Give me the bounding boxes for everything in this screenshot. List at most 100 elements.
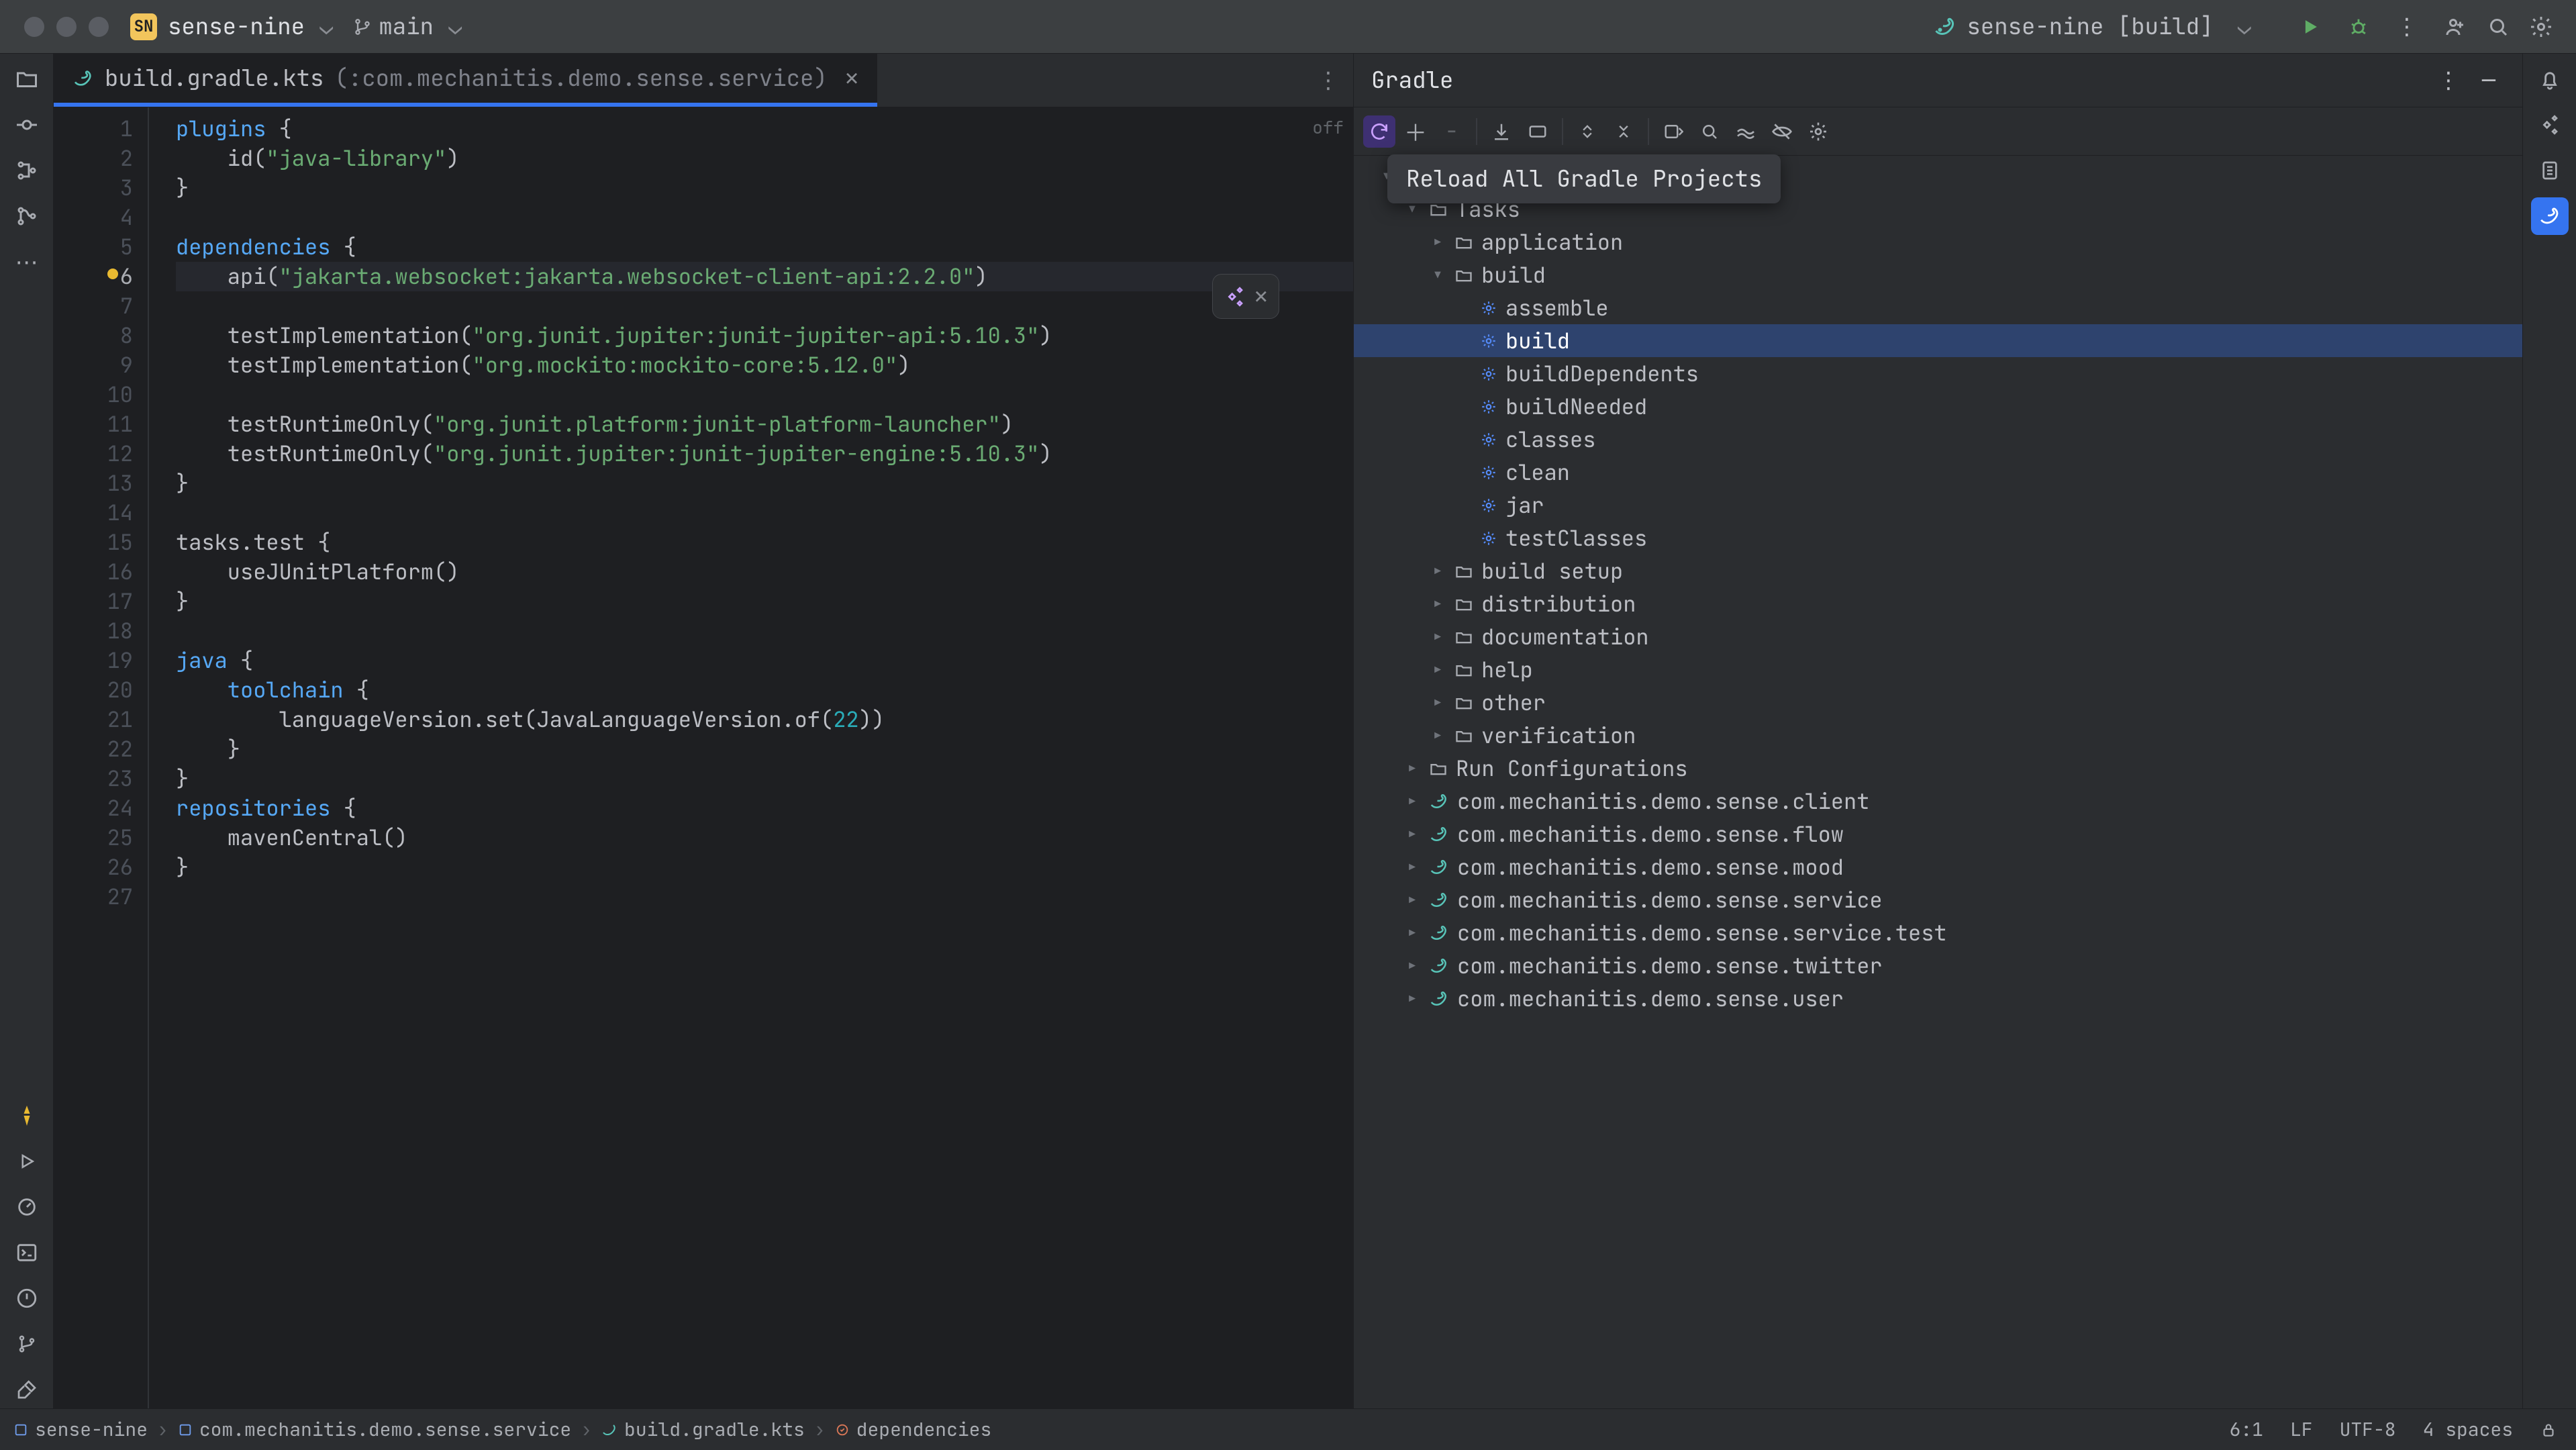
chevron-down-icon: ⌄ xyxy=(2223,11,2266,42)
breadcrumb-item[interactable]: dependencies xyxy=(835,1417,992,1442)
editor-tab[interactable]: build.gradle.kts (:com.mechanitis.demo.s… xyxy=(54,54,877,107)
problems-tool-icon[interactable] xyxy=(8,1279,46,1317)
tab-file-name: build.gradle.kts xyxy=(105,63,324,93)
line-sep-indicator[interactable]: LF xyxy=(2290,1417,2313,1442)
close-window-btn[interactable] xyxy=(24,17,44,37)
gradle-tree-item[interactable]: buildDependents xyxy=(1354,357,2522,390)
gradle-tree-item[interactable]: build setup xyxy=(1354,554,2522,587)
gradle-tree-item[interactable]: jar xyxy=(1354,489,2522,522)
more-tool-icon[interactable]: ⋯ xyxy=(8,243,46,281)
gradle-settings-button[interactable] xyxy=(1802,115,1834,148)
gradle-tree-item[interactable]: com.mechanitis.demo.sense.service.test xyxy=(1354,916,2522,949)
indent-indicator[interactable]: 4 spaces xyxy=(2423,1417,2513,1442)
assign-shortcut-button[interactable] xyxy=(1522,115,1554,148)
breadcrumb-item[interactable]: sense-nine xyxy=(13,1417,148,1442)
readonly-lock-icon[interactable] xyxy=(2540,1421,2557,1439)
project-tool-icon[interactable] xyxy=(8,60,46,98)
services-tool-icon[interactable] xyxy=(8,1097,46,1134)
database-tool-icon[interactable] xyxy=(2531,152,2569,189)
ai-bubble-close-icon[interactable]: ✕ xyxy=(1254,281,1268,311)
editor-tab-more[interactable]: ⋮ xyxy=(1317,54,1353,107)
gutter-marker-icon[interactable] xyxy=(107,269,118,279)
gradle-tree-item[interactable]: com.mechanitis.demo.sense.twitter xyxy=(1354,949,2522,982)
gradle-tree-item[interactable]: com.mechanitis.demo.sense.flow xyxy=(1354,818,2522,851)
toggle-offline-button[interactable] xyxy=(1730,115,1762,148)
gradle-panel-more-icon[interactable]: ⋮ xyxy=(2432,64,2465,97)
gradle-tree-item[interactable]: build xyxy=(1354,324,2522,357)
left-tool-rail: ⋯ xyxy=(0,54,54,1408)
branch-icon xyxy=(353,17,372,36)
gradle-tree-item[interactable]: com.mechanitis.demo.sense.user xyxy=(1354,982,2522,1015)
gradle-panel-minimize-icon[interactable]: — xyxy=(2473,64,2505,97)
tab-file-suffix: (:com.mechanitis.demo.sense.service) xyxy=(334,63,827,93)
code-with-me-icon[interactable] xyxy=(2439,11,2471,43)
encoding-indicator[interactable]: UTF-8 xyxy=(2340,1417,2396,1442)
collapse-all-button[interactable] xyxy=(1607,115,1640,148)
gradle-tree-item[interactable]: com.mechanitis.demo.sense.mood xyxy=(1354,851,2522,883)
editor-code[interactable]: plugins { id("java-library")}dependencie… xyxy=(148,107,1353,1408)
structure-tool-icon[interactable] xyxy=(8,152,46,189)
close-tab-icon[interactable]: ✕ xyxy=(845,63,858,93)
settings-icon[interactable] xyxy=(2525,11,2557,43)
editor-tab-bar: build.gradle.kts (:com.mechanitis.demo.s… xyxy=(54,54,1353,107)
project-name[interactable]: sense-nine xyxy=(168,11,305,42)
breadcrumb-item[interactable]: build.gradle.kts xyxy=(601,1417,805,1442)
gradle-toolbar: ＋ − Reload All Gradle Projects xyxy=(1354,107,2522,156)
analyze-deps-button[interactable] xyxy=(1693,115,1726,148)
download-sources-button[interactable] xyxy=(1485,115,1518,148)
gradle-tool-icon[interactable] xyxy=(2531,197,2569,235)
more-run-button[interactable]: ⋮ xyxy=(2391,11,2423,43)
notifications-icon[interactable] xyxy=(2531,60,2569,98)
gradle-tree-item[interactable]: other xyxy=(1354,686,2522,719)
right-tool-rail xyxy=(2522,54,2576,1408)
breadcrumbs[interactable]: sense-nine›com.mechanitis.demo.sense.ser… xyxy=(0,1417,991,1442)
search-everywhere-icon[interactable] xyxy=(2482,11,2514,43)
editor: build.gradle.kts (:com.mechanitis.demo.s… xyxy=(54,54,1354,1408)
add-project-button[interactable]: ＋ xyxy=(1399,115,1432,148)
gradle-tree-item[interactable]: documentation xyxy=(1354,620,2522,653)
project-chevron-icon[interactable]: ⌄ xyxy=(305,11,348,42)
gradle-tree-item[interactable]: com.mechanitis.demo.sense.service xyxy=(1354,883,2522,916)
gradle-tree-item[interactable]: help xyxy=(1354,653,2522,686)
status-bar: sense-nine›com.mechanitis.demo.sense.ser… xyxy=(0,1408,2576,1450)
toggle-skip-tests-button[interactable] xyxy=(1766,115,1798,148)
expand-all-button[interactable] xyxy=(1571,115,1603,148)
ai-assistant-icon[interactable] xyxy=(2531,106,2569,144)
inspections-off-label[interactable]: off xyxy=(1312,115,1344,139)
gradle-tree-item[interactable]: buildNeeded xyxy=(1354,390,2522,423)
branch-name[interactable]: main xyxy=(379,11,434,42)
gradle-tree-item[interactable]: application xyxy=(1354,226,2522,258)
reload-projects-button[interactable] xyxy=(1363,115,1395,148)
branch-chevron-icon[interactable]: ⌄ xyxy=(434,11,477,42)
gradle-tree-item[interactable]: testClasses xyxy=(1354,522,2522,554)
gradle-tool-window: Gradle ⋮ — ＋ − Reload All Gradle Project… xyxy=(1354,54,2522,1408)
debug-button[interactable] xyxy=(2342,11,2375,43)
project-badge[interactable]: SN xyxy=(130,13,157,40)
ai-suggestion-bubble[interactable]: ✕ xyxy=(1212,274,1279,319)
run-tool-icon[interactable] xyxy=(8,1143,46,1180)
vcs-tool-icon[interactable] xyxy=(8,197,46,235)
gradle-tree-item[interactable]: Run Configurations xyxy=(1354,752,2522,785)
gradle-tree-item[interactable]: clean xyxy=(1354,456,2522,489)
gradle-tree-item[interactable]: verification xyxy=(1354,719,2522,752)
run-task-button[interactable] xyxy=(1657,115,1689,148)
gradle-tree-item[interactable]: classes xyxy=(1354,423,2522,456)
gradle-tree-item[interactable]: build xyxy=(1354,258,2522,291)
minimize-window-btn[interactable] xyxy=(56,17,77,37)
gradle-tree-item[interactable]: distribution xyxy=(1354,587,2522,620)
profiler-tool-icon[interactable] xyxy=(8,1188,46,1226)
build-tool-icon[interactable] xyxy=(8,1371,46,1408)
terminal-tool-icon[interactable] xyxy=(8,1234,46,1271)
run-button[interactable] xyxy=(2294,11,2326,43)
git-tool-icon[interactable] xyxy=(8,1325,46,1363)
breadcrumb-item[interactable]: com.mechanitis.demo.sense.service xyxy=(178,1417,571,1442)
gradle-tree-item[interactable]: assemble xyxy=(1354,291,2522,324)
remove-project-button[interactable]: − xyxy=(1436,115,1468,148)
commit-tool-icon[interactable] xyxy=(8,106,46,144)
run-config-dropdown[interactable]: sense-nine [build] ⌄ xyxy=(1921,7,2278,46)
zoom-window-btn[interactable] xyxy=(89,17,109,37)
gradle-tree-item[interactable]: com.mechanitis.demo.sense.client xyxy=(1354,785,2522,818)
gradle-tree[interactable]: sense-nineTasksapplicationbuildassembleb… xyxy=(1354,156,2522,1408)
caret-position[interactable]: 6:1 xyxy=(2230,1417,2263,1442)
editor-gutter: 1234567891011121314151617181920212223242… xyxy=(54,107,148,1408)
